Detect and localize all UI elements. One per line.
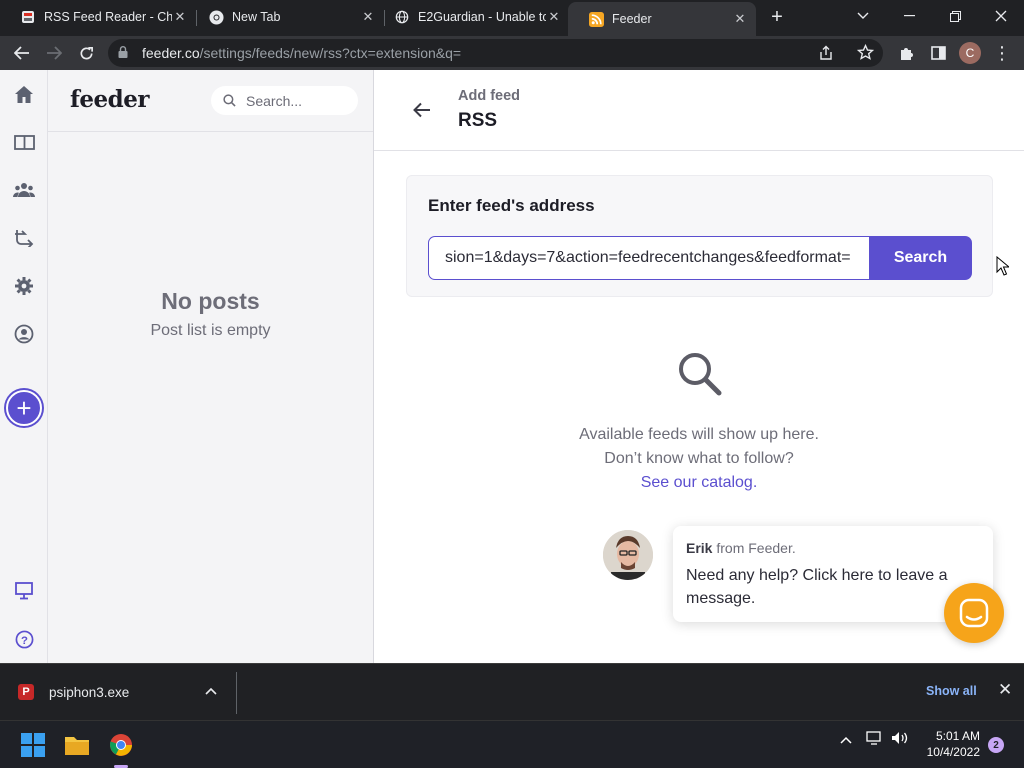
chrome-taskbar-icon[interactable] bbox=[106, 730, 136, 760]
download-divider bbox=[236, 672, 237, 714]
extensions-puzzle-icon[interactable] bbox=[892, 36, 920, 70]
close-tab-icon[interactable]: ✕ bbox=[172, 9, 188, 25]
close-tab-icon[interactable]: ✕ bbox=[732, 11, 748, 27]
chat-sender: Erik from Feeder. bbox=[686, 540, 796, 556]
header-divider bbox=[374, 150, 1024, 151]
address-bar[interactable]: feeder.co/settings/feeds/new/rss?ctx=ext… bbox=[108, 39, 883, 67]
feed-address-input[interactable] bbox=[428, 236, 871, 280]
download-filename: psiphon3.exe bbox=[49, 684, 130, 700]
volume-icon[interactable] bbox=[891, 731, 909, 748]
reader-icon[interactable] bbox=[12, 130, 36, 154]
community-icon[interactable] bbox=[12, 178, 36, 202]
windows-start-icon[interactable] bbox=[18, 730, 48, 760]
erik-avatar[interactable] bbox=[603, 530, 653, 580]
tab-e2guardian[interactable]: E2Guardian - Unable to ✕ bbox=[374, 0, 570, 34]
side-panel-icon[interactable] bbox=[924, 36, 952, 70]
close-download-bar-icon[interactable]: ✕ bbox=[998, 680, 1012, 700]
clock-time: 5:01 AM bbox=[935, 729, 980, 743]
feeder-page: + ? feeder Search... No posts Post list … bbox=[0, 70, 1024, 663]
download-item[interactable]: P psiphon3.exe bbox=[18, 684, 129, 700]
divider bbox=[48, 131, 373, 132]
available-feeds-text: Available feeds will show up here. bbox=[579, 426, 819, 443]
empty-subtitle: Post list is empty bbox=[150, 322, 271, 339]
globe-icon bbox=[394, 9, 410, 25]
clock-date: 10/4/2022 bbox=[926, 745, 980, 759]
back-arrow-icon[interactable] bbox=[8, 36, 36, 70]
url-path: /settings/feeds/new/rss?ctx=extension&q= bbox=[199, 45, 462, 61]
feeder-logo[interactable]: feeder bbox=[70, 86, 150, 113]
chat-message-text: Need any help? Click here to leave a mes… bbox=[686, 567, 948, 607]
icon-rail: + ? bbox=[0, 70, 48, 663]
add-feed-panel: Add feed RSS Enter feed's address Search… bbox=[374, 70, 1024, 663]
tab-search-chevron-icon[interactable] bbox=[840, 0, 886, 32]
follow-question-text: Don’t know what to follow? bbox=[604, 450, 794, 467]
tab-title: RSS Feed Reader - Chr bbox=[44, 10, 172, 24]
feed-address-card: Enter feed's address Search bbox=[406, 175, 993, 297]
close-window-icon[interactable] bbox=[978, 0, 1024, 32]
system-clock[interactable]: 5:01 AM 10/4/2022 bbox=[916, 728, 980, 760]
file-explorer-icon[interactable] bbox=[62, 730, 92, 760]
tab-title: New Tab bbox=[232, 10, 281, 24]
account-icon[interactable] bbox=[12, 322, 36, 346]
chat-sender-name: Erik bbox=[686, 540, 713, 556]
page-title: RSS bbox=[458, 110, 498, 131]
bookmark-star-icon[interactable] bbox=[856, 43, 875, 64]
lock-icon bbox=[118, 45, 132, 61]
share-icon[interactable] bbox=[818, 45, 834, 64]
svg-text:?: ? bbox=[21, 634, 28, 646]
post-list-pane: feeder Search... No posts Post list is e… bbox=[48, 70, 374, 663]
search-placeholder: Search... bbox=[246, 92, 303, 109]
tab-feeder[interactable]: Feeder ✕ bbox=[568, 2, 756, 36]
back-arrow-icon[interactable] bbox=[411, 99, 433, 121]
rss-icon bbox=[588, 11, 604, 27]
rules-icon[interactable] bbox=[12, 226, 36, 250]
new-tab-plus-icon[interactable]: + bbox=[763, 2, 791, 32]
desktop-icon[interactable] bbox=[12, 579, 36, 603]
profile-initial: C bbox=[959, 42, 981, 64]
chrome-icon bbox=[208, 9, 224, 25]
catalog-link[interactable]: See our catalog. bbox=[374, 474, 1024, 492]
psiphon-file-icon: P bbox=[18, 684, 34, 700]
tab-rss-feed-reader[interactable]: RSS Feed Reader - Chr ✕ bbox=[0, 0, 196, 34]
tab-new-tab[interactable]: New Tab ✕ bbox=[188, 0, 384, 34]
kebab-menu-icon[interactable]: ⋮ bbox=[988, 36, 1016, 70]
chat-sender-from: from Feeder. bbox=[716, 540, 796, 556]
search-icon bbox=[677, 351, 723, 397]
tab-title: E2Guardian - Unable to bbox=[418, 10, 546, 24]
profile-avatar[interactable]: C bbox=[956, 36, 984, 70]
download-bar: P psiphon3.exe Show all ✕ bbox=[0, 663, 1024, 720]
restore-icon[interactable] bbox=[932, 0, 978, 32]
tab-title: Feeder bbox=[612, 12, 652, 26]
mouse-cursor-icon bbox=[996, 255, 1011, 281]
windows-taskbar: 5:01 AM 10/4/2022 2 bbox=[0, 720, 1024, 768]
home-icon[interactable] bbox=[12, 82, 36, 106]
rss-reader-favicon-icon bbox=[20, 9, 36, 25]
empty-title: No posts bbox=[161, 288, 260, 314]
minimize-icon[interactable] bbox=[886, 0, 932, 32]
search-button[interactable]: Search bbox=[869, 236, 972, 280]
page-supertitle: Add feed bbox=[458, 88, 521, 104]
show-all-link[interactable]: Show all bbox=[926, 684, 977, 698]
card-title: Enter feed's address bbox=[428, 196, 595, 215]
notification-badge[interactable]: 2 bbox=[988, 737, 1004, 753]
help-icon[interactable]: ? bbox=[12, 627, 36, 651]
reload-icon[interactable] bbox=[72, 36, 100, 70]
add-feed-plus-button[interactable]: + bbox=[6, 390, 42, 426]
url-domain: feeder.co bbox=[142, 45, 200, 61]
close-tab-icon[interactable]: ✕ bbox=[546, 9, 562, 25]
forward-arrow-icon[interactable] bbox=[40, 36, 68, 70]
browser-tab-strip: RSS Feed Reader - Chr ✕ New Tab ✕ E2Guar… bbox=[0, 0, 1024, 36]
chat-launcher-button[interactable] bbox=[944, 583, 1004, 643]
settings-gear-icon[interactable] bbox=[12, 274, 36, 298]
tray-overflow-chevron-icon[interactable] bbox=[840, 731, 852, 747]
search-icon bbox=[223, 94, 236, 107]
chevron-up-icon[interactable] bbox=[205, 684, 217, 698]
network-icon[interactable] bbox=[866, 731, 884, 748]
post-search-input[interactable]: Search... bbox=[211, 86, 358, 115]
browser-toolbar: feeder.co/settings/feeds/new/rss?ctx=ext… bbox=[0, 36, 1024, 70]
